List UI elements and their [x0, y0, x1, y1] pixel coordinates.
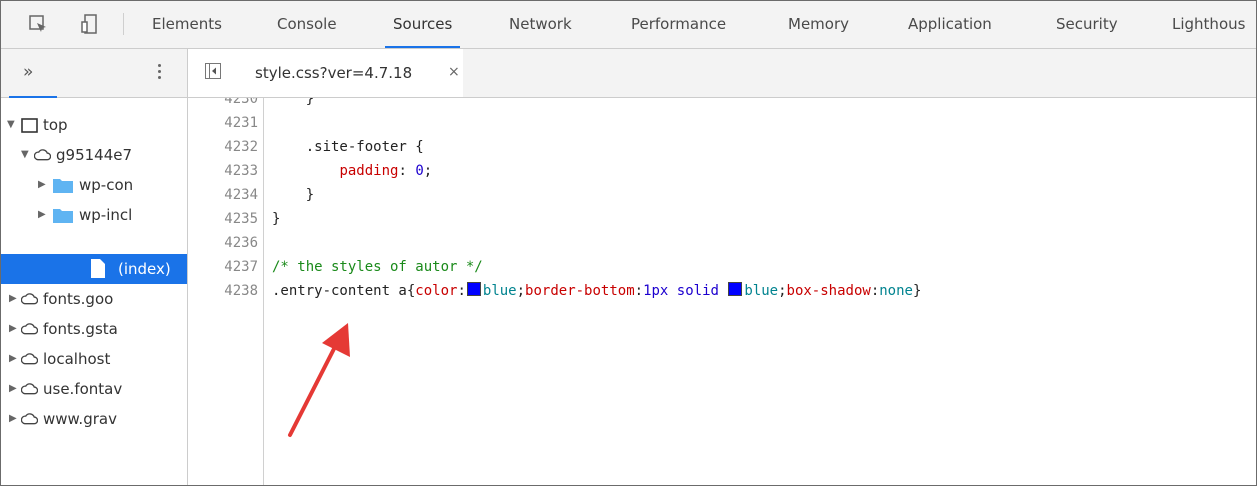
tree-item-label: wp-incl	[79, 206, 133, 224]
code-comment: /* the styles of autor */	[272, 259, 483, 275]
more-panels-icon[interactable]: »	[23, 62, 33, 82]
css-selector: .entry-content a{	[272, 283, 416, 299]
device-toolbar-icon[interactable]	[80, 14, 100, 34]
tree-item-label: localhost	[43, 350, 111, 368]
line-number[interactable]: 4235	[188, 207, 258, 231]
tab-lighthouse[interactable]: Lighthous	[1172, 1, 1245, 48]
toolbar-divider	[123, 13, 124, 35]
file-icon	[91, 259, 105, 278]
tree-item-folder[interactable]: ▶ wp-incl	[1, 200, 187, 230]
cloud-icon	[34, 149, 51, 161]
code-line: }	[272, 187, 315, 203]
color-swatch[interactable]	[728, 282, 743, 296]
tree-item-domain[interactable]: ▶ localhost	[1, 344, 187, 374]
line-number[interactable]: 4232	[188, 135, 258, 159]
line-number[interactable]: 4236	[188, 231, 258, 255]
collapse-arrow-icon[interactable]: ▶	[9, 404, 17, 434]
devtools-window: Elements Console Sources Network Perform…	[0, 0, 1257, 486]
line-number[interactable]: 4230	[188, 98, 258, 111]
css-property: padding	[339, 163, 399, 179]
tab-memory[interactable]: Memory	[788, 1, 849, 48]
tree-item-top[interactable]: ▼ top	[1, 110, 187, 140]
tree-item-label: wp-con	[79, 176, 134, 194]
line-number[interactable]: 4238	[188, 279, 258, 303]
tab-sources[interactable]: Sources	[384, 1, 461, 48]
line-number[interactable]: 4237	[188, 255, 258, 279]
code-line-highlighted-rule: .entry-content a{color: blue;border-botto…	[272, 282, 922, 299]
css-value: 1px solid	[643, 283, 719, 299]
tree-item-label: www.grav	[43, 410, 117, 428]
collapse-arrow-icon[interactable]: ▶	[9, 284, 17, 314]
code-line: }	[272, 98, 315, 107]
line-number-gutter: 4230 4231 4232 4233 4234 4235 4236 4237 …	[188, 98, 264, 485]
tree-item-folder[interactable]: ▶ wp-con	[1, 170, 187, 200]
tab-console[interactable]: Console	[277, 1, 337, 48]
code-editor[interactable]: 4230 4231 4232 4233 4234 4235 4236 4237 …	[188, 98, 1256, 485]
folder-icon	[53, 179, 73, 193]
sources-toolbar: » style.css?ver=4.7.18 ×	[1, 49, 1256, 98]
file-navigator: ▼ top ▼ g95144e7 ▶ wp-con ▶ wp-incl (ind…	[1, 98, 188, 485]
code-line: }	[272, 211, 281, 227]
cloud-icon	[21, 413, 38, 425]
css-property: box-shadow	[786, 283, 871, 299]
tree-item-file-selected[interactable]: (index)	[1, 254, 187, 284]
collapse-arrow-icon[interactable]: ▶	[38, 170, 46, 200]
code-line: padding: 0;	[339, 163, 433, 179]
tree-item-label: top	[43, 116, 68, 134]
tree-item-label: fonts.goo	[43, 290, 114, 308]
cloud-icon	[21, 383, 38, 395]
color-swatch[interactable]	[466, 282, 481, 296]
tab-elements[interactable]: Elements	[152, 1, 222, 48]
close-tab-icon[interactable]: ×	[448, 49, 460, 95]
expand-arrow-icon[interactable]: ▼	[7, 110, 15, 140]
css-property: color	[415, 283, 458, 299]
css-property: border-bottom	[525, 283, 635, 299]
more-options-icon[interactable]	[156, 62, 162, 84]
tab-application[interactable]: Application	[908, 1, 992, 48]
tree-item-domain[interactable]: ▶ fonts.goo	[1, 284, 187, 314]
folder-icon	[53, 209, 73, 223]
expand-arrow-icon[interactable]: ▼	[21, 140, 29, 170]
code-line: .site-footer {	[272, 139, 424, 155]
tree-item-label: (index)	[118, 260, 171, 278]
css-value: blue	[482, 283, 517, 299]
tab-security[interactable]: Security	[1056, 1, 1118, 48]
frame-icon	[21, 118, 38, 133]
tree-item-label: fonts.gsta	[43, 320, 118, 338]
tree-item-domain[interactable]: ▶ fonts.gsta	[1, 314, 187, 344]
collapse-arrow-icon[interactable]: ▶	[9, 344, 17, 374]
file-tab[interactable]: style.css?ver=4.7.18 ×	[188, 49, 463, 97]
tree-item-domain[interactable]: ▶ www.grav	[1, 404, 187, 434]
line-number[interactable]: 4234	[188, 183, 258, 207]
tab-network[interactable]: Network	[509, 1, 572, 48]
tree-item-label: g95144e7	[56, 146, 133, 164]
tree-item-label: use.fontav	[43, 380, 123, 398]
toggle-navigator-icon[interactable]	[205, 63, 222, 80]
tree-item-domain[interactable]: ▼ g95144e7	[1, 140, 187, 170]
annotation-arrow-icon	[288, 323, 350, 437]
collapse-arrow-icon[interactable]: ▶	[38, 200, 46, 230]
cloud-icon	[21, 323, 38, 335]
tree-item-domain[interactable]: ▶ use.fontav	[1, 374, 187, 404]
line-number[interactable]: 4231	[188, 111, 258, 135]
collapse-arrow-icon[interactable]: ▶	[9, 314, 17, 344]
tab-performance[interactable]: Performance	[631, 1, 726, 48]
cloud-icon	[21, 353, 38, 365]
line-number[interactable]: 4233	[188, 159, 258, 183]
file-tab-label[interactable]: style.css?ver=4.7.18	[255, 49, 412, 97]
css-value: blue	[744, 283, 779, 299]
collapse-arrow-icon[interactable]: ▶	[9, 374, 17, 404]
devtools-tab-bar: Elements Console Sources Network Perform…	[1, 1, 1256, 49]
css-value: 0	[415, 163, 424, 179]
cloud-icon	[21, 293, 38, 305]
inspect-element-icon[interactable]	[28, 14, 48, 34]
css-value: none	[879, 283, 913, 299]
